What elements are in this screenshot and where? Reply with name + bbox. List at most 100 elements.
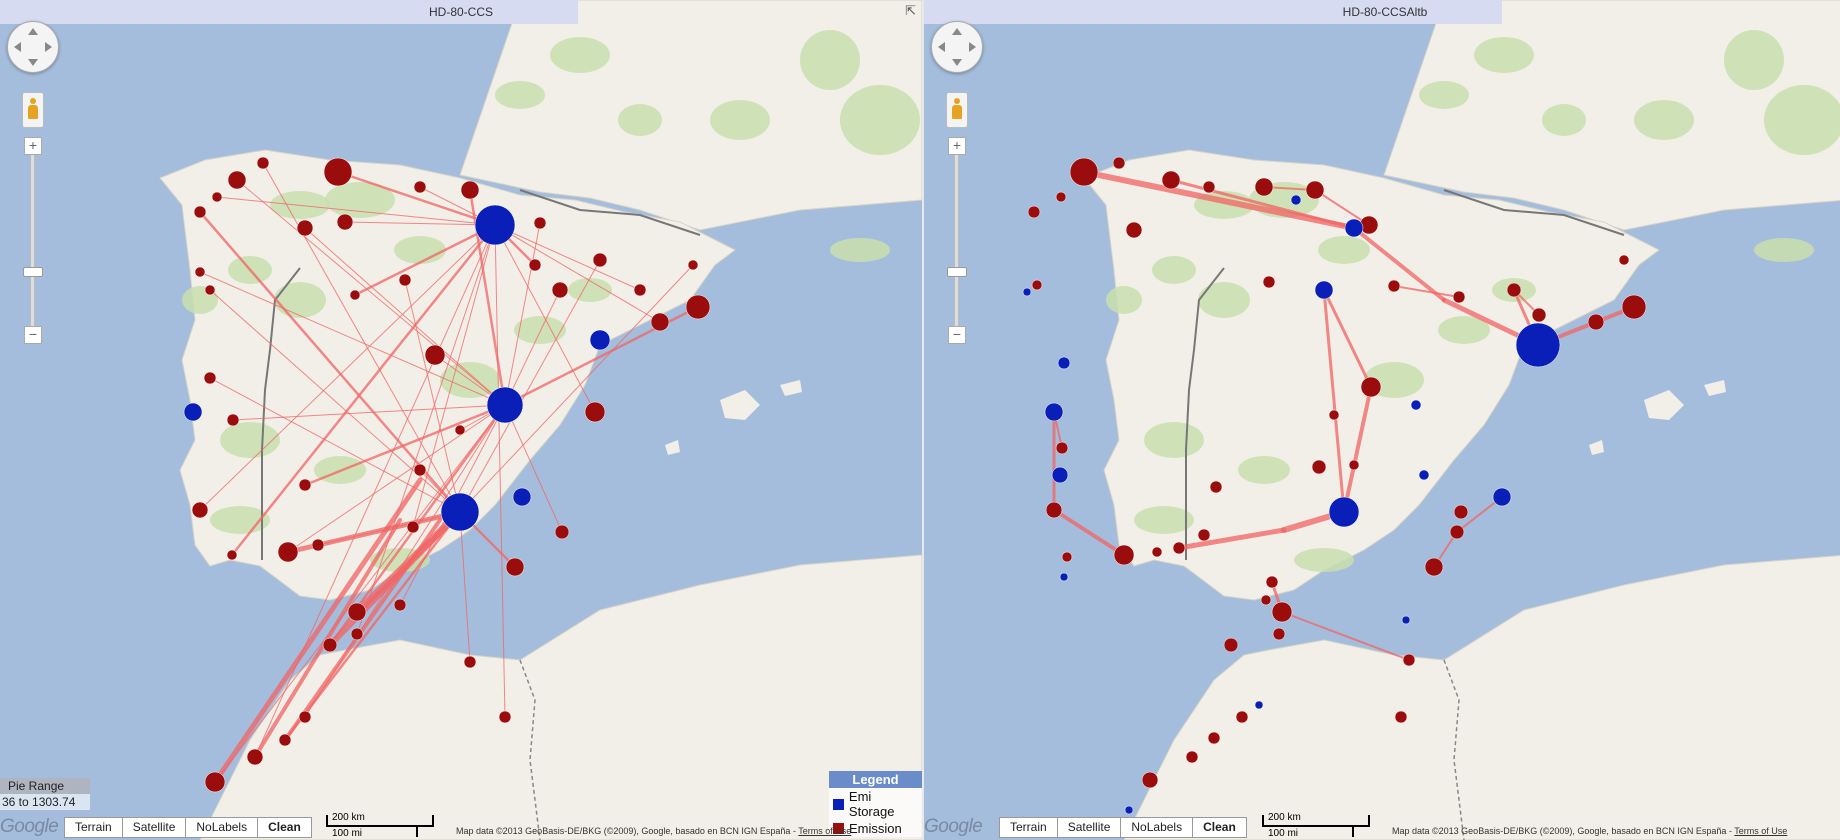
forest-area — [274, 282, 326, 318]
emission-node — [1506, 282, 1522, 298]
emission-node — [1031, 279, 1043, 291]
pan-control-icon[interactable] — [931, 21, 983, 73]
emission-node — [406, 520, 420, 534]
map-type-nolabels-button[interactable]: NoLabels — [1120, 817, 1194, 838]
storage-node — [474, 204, 516, 246]
google-logo[interactable]: Google — [0, 816, 59, 838]
pan-left-icon[interactable] — [938, 42, 945, 52]
island — [665, 440, 680, 455]
storage-node — [512, 487, 532, 507]
emission-node — [1185, 750, 1199, 764]
terms-of-use-link[interactable]: Terms of Use — [798, 826, 851, 836]
emission-node — [278, 733, 292, 747]
google-logo[interactable]: Google — [924, 816, 983, 838]
zoom-in-icon[interactable]: + — [948, 137, 966, 155]
pan-right-icon[interactable] — [45, 42, 52, 52]
emission-node — [1207, 731, 1221, 745]
emission-node — [1402, 653, 1416, 667]
legend-swatch-storage — [833, 798, 844, 810]
zoom-in-icon[interactable]: + — [24, 137, 42, 155]
storage-node — [1044, 402, 1064, 422]
emission-node — [1272, 627, 1286, 641]
map-panel-left[interactable]: HD-80-CCS ⇱ + − Pie Range 36 to 1303.74 … — [0, 0, 922, 840]
scale-mi: 100 mi — [1268, 828, 1299, 839]
map-type-terrain-button[interactable]: Terrain — [64, 817, 123, 838]
emission-node — [413, 463, 427, 477]
forest-area — [830, 238, 890, 262]
forest-area — [394, 236, 446, 264]
legend-title: Legend — [829, 771, 922, 788]
zoom-slider-handle[interactable] — [947, 267, 967, 277]
emission-node — [1621, 294, 1647, 320]
map-type-terrain-button[interactable]: Terrain — [999, 817, 1058, 838]
forest-area — [840, 85, 920, 155]
emission-node — [1328, 409, 1340, 421]
map-type-clean-button[interactable]: Clean — [257, 817, 312, 838]
storage-node — [486, 386, 524, 424]
forest-area — [1106, 286, 1142, 314]
africa-land — [1123, 554, 1840, 840]
map-type-clean-button[interactable]: Clean — [1192, 817, 1247, 838]
pan-left-icon[interactable] — [14, 42, 21, 52]
map-type-satellite-button[interactable]: Satellite — [121, 817, 187, 838]
pan-right-icon[interactable] — [969, 42, 976, 52]
forest-area — [1724, 30, 1784, 90]
emission-node — [533, 216, 547, 230]
storage-node — [1344, 218, 1364, 238]
emission-node — [1453, 504, 1469, 520]
emission-node — [1387, 279, 1401, 293]
map-type-bar: Terrain Satellite NoLabels Clean — [999, 817, 1247, 838]
terms-of-use-link[interactable]: Terms of Use — [1734, 826, 1787, 836]
emission-node — [277, 541, 299, 563]
map-attribution: Map data ©2013 GeoBasis-DE/BKG (©2009), … — [1392, 826, 1787, 836]
island — [1589, 440, 1604, 455]
emission-node — [1209, 480, 1223, 494]
emission-node — [246, 748, 264, 766]
emission-node — [1348, 459, 1360, 471]
pegman-icon[interactable] — [22, 92, 44, 128]
zoom-out-icon[interactable]: − — [24, 326, 42, 344]
map-canvas[interactable] — [924, 0, 1840, 840]
emission-node — [463, 655, 477, 669]
popout-icon[interactable]: ⇱ — [905, 3, 916, 19]
map-type-nolabels-button[interactable]: NoLabels — [185, 817, 259, 838]
emission-node — [226, 549, 238, 561]
forest-area — [1542, 104, 1586, 136]
emission-node — [1424, 557, 1444, 577]
title-bar-text: HD-80-CCS — [0, 0, 922, 24]
forest-area — [1318, 236, 1370, 264]
emission-node — [1262, 275, 1276, 289]
zoom-slider-track[interactable] — [30, 152, 35, 332]
pan-down-icon[interactable] — [28, 59, 38, 66]
pegman-icon[interactable] — [946, 92, 968, 128]
emission-node — [454, 424, 466, 436]
map-canvas[interactable] — [0, 0, 922, 840]
zoom-slider-handle[interactable] — [23, 267, 43, 277]
emission-node — [191, 501, 209, 519]
zoom-slider-track[interactable] — [954, 152, 959, 332]
storage-node — [440, 492, 480, 532]
scale-bar: 200 km 100 mi — [1262, 811, 1372, 839]
emission-node — [1045, 501, 1063, 519]
legend-item-storage: Emi Storage — [829, 788, 922, 820]
emission-node — [1235, 710, 1249, 724]
emission-node — [393, 598, 407, 612]
forest-area — [1419, 81, 1469, 109]
emission-node — [322, 637, 338, 653]
island — [780, 380, 802, 396]
map-type-satellite-button[interactable]: Satellite — [1056, 817, 1122, 838]
pan-control-icon[interactable] — [7, 21, 59, 73]
emission-node — [349, 289, 361, 301]
scale-km: 200 km — [332, 812, 365, 823]
zoom-out-icon[interactable]: − — [948, 326, 966, 344]
pan-up-icon[interactable] — [952, 28, 962, 35]
forest-area — [495, 81, 545, 109]
emission-node — [685, 294, 711, 320]
pan-down-icon[interactable] — [952, 59, 962, 66]
map-panel-right[interactable]: HD-80-CCSAltb + − Google Terrain Satelli… — [924, 0, 1840, 840]
emission-node — [460, 180, 480, 200]
emission-node — [1197, 528, 1211, 542]
emission-node — [424, 344, 446, 366]
pan-up-icon[interactable] — [28, 28, 38, 35]
emission-node — [551, 281, 569, 299]
